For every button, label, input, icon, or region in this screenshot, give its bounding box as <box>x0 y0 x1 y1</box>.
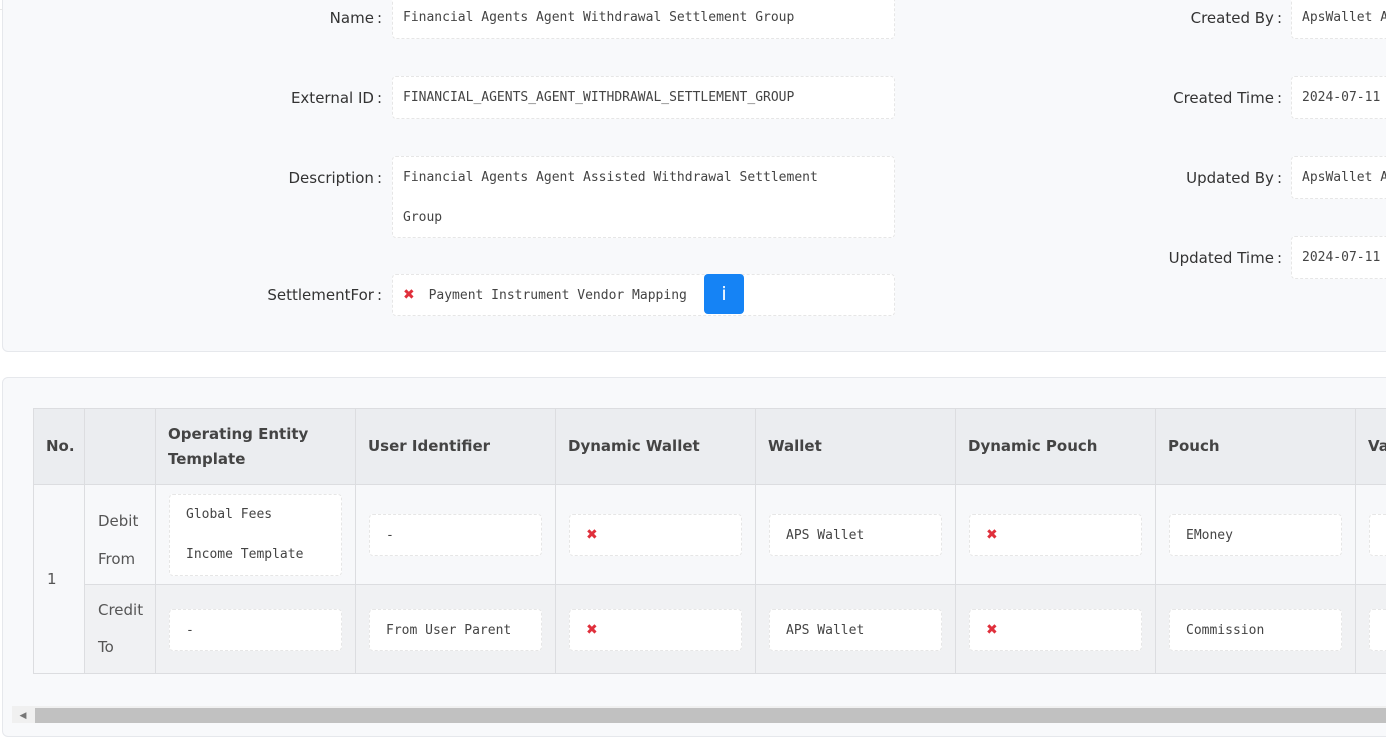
external-id-label: External ID: <box>290 89 382 107</box>
dynamic-pouch-value: ✖ <box>969 514 1142 556</box>
updated-by-label: Updated By: <box>1186 169 1282 187</box>
row-cell: Global Fees Income Template <box>155 484 356 585</box>
row-side-label: Credit To <box>98 601 144 656</box>
false-x-icon: ✖ <box>586 527 598 543</box>
row-cell: APS Wallet <box>755 484 956 585</box>
row-cell: EMoney <box>1155 484 1356 585</box>
row-cell: ✖ <box>955 584 1156 674</box>
col-header-user-identifier: User Identifier <box>355 408 556 485</box>
created-time-value: 2024-07-11 <box>1291 76 1386 119</box>
updated-time-value: 2024-07-11 <box>1291 236 1386 279</box>
pouch-value: Commission <box>1169 609 1342 651</box>
scroll-left-arrow-icon[interactable]: ◀ <box>14 708 32 723</box>
col-header-pouch: Pouch <box>1155 408 1356 485</box>
value-cell-partial <box>1369 514 1386 556</box>
col-header-operating-entity-template: Operating Entity Template <box>155 408 356 485</box>
row-cell: - <box>355 484 556 585</box>
dynamic-pouch-value: ✖ <box>969 609 1142 651</box>
settlement-for-value: ✖ Payment Instrument Vendor Mapping <box>392 274 895 316</box>
wallet-value: APS Wallet <box>769 514 942 556</box>
table-row-credit: Credit To <box>84 584 156 674</box>
table-row-debit: Debit From <box>84 484 156 585</box>
false-x-icon: ✖ <box>986 622 998 638</box>
name-label: Name: <box>329 9 382 27</box>
dynamic-wallet-value: ✖ <box>569 514 742 556</box>
created-by-value: ApsWallet A <box>1291 0 1386 39</box>
col-header-dynamic-wallet: Dynamic Wallet <box>555 408 756 485</box>
settlement-for-info-button[interactable]: i <box>704 274 744 314</box>
row-number: 1 <box>47 570 57 588</box>
col-header-side <box>84 408 156 485</box>
row-cell: ✖ <box>555 484 756 585</box>
created-time-label: Created Time: <box>1173 89 1282 107</box>
row-cell: - <box>155 584 356 674</box>
dynamic-wallet-value: ✖ <box>569 609 742 651</box>
false-x-icon: ✖ <box>586 622 598 638</box>
pouch-value: EMoney <box>1169 514 1342 556</box>
description-value: Financial Agents Agent Assisted Withdraw… <box>392 156 895 238</box>
row-cell: From User Parent <box>355 584 556 674</box>
row-cell: ✖ <box>955 484 1156 585</box>
horizontal-scrollbar-thumb[interactable] <box>35 708 1386 723</box>
external-id-value: FINANCIAL_AGENTS_AGENT_WITHDRAWAL_SETTLE… <box>392 76 895 119</box>
false-x-icon: ✖ <box>403 287 415 303</box>
description-line-1: Financial Agents Agent Assisted Withdraw… <box>403 170 818 185</box>
user-identifier-value: From User Parent <box>369 609 542 651</box>
col-header-value: Va <box>1355 408 1386 485</box>
false-x-icon: ✖ <box>986 527 998 543</box>
settlement-for-label: SettlementFor: <box>267 286 382 304</box>
row-number-cell: 1 <box>33 484 85 674</box>
description-label: Description: <box>288 169 383 187</box>
name-value: Financial Agents Agent Withdrawal Settle… <box>392 0 895 39</box>
row-cell: Commission <box>1155 584 1356 674</box>
user-identifier-value: - <box>369 514 542 556</box>
settlement-for-text: Payment Instrument Vendor Mapping <box>428 288 687 303</box>
row-side-label: Debit From <box>98 512 139 568</box>
operating-entity-template-value: - <box>169 609 342 651</box>
col-header-wallet: Wallet <box>755 408 956 485</box>
updated-by-value: ApsWallet A <box>1291 156 1386 199</box>
row-cell: APS Wallet <box>755 584 956 674</box>
operating-entity-template-value: Global Fees Income Template <box>169 494 342 576</box>
row-cell <box>1355 484 1386 585</box>
updated-time-label: Updated Time: <box>1168 249 1282 267</box>
col-header-dynamic-pouch: Dynamic Pouch <box>955 408 1156 485</box>
created-by-label: Created By: <box>1190 9 1282 27</box>
value-cell-partial <box>1369 609 1386 651</box>
row-cell <box>1355 584 1386 674</box>
wallet-value: APS Wallet <box>769 609 942 651</box>
description-line-2: Group <box>403 210 443 225</box>
row-cell: ✖ <box>555 584 756 674</box>
col-header-no: No. <box>33 408 85 485</box>
